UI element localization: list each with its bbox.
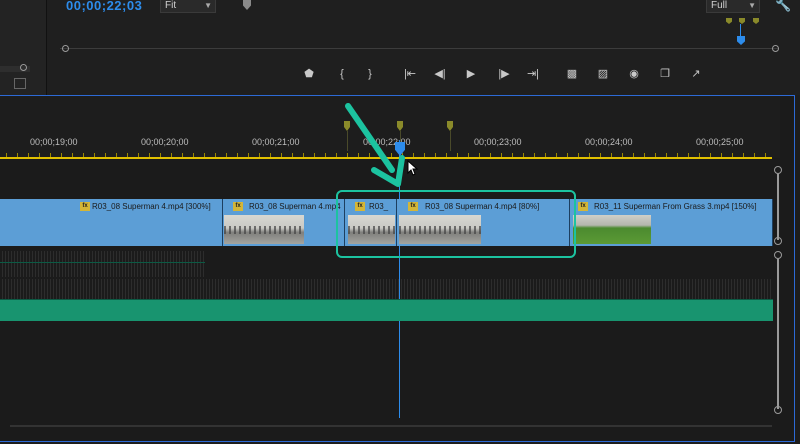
resolution-label: Full	[711, 0, 728, 11]
clip-label: R03_08 Superman 4.mp4 [300%]	[92, 202, 211, 211]
highlight-box	[336, 190, 576, 258]
mark-in-button[interactable]: {	[332, 67, 352, 81]
monitor-scrub-bar[interactable]	[60, 48, 778, 49]
monitor-playhead-line	[740, 24, 741, 36]
video-clip[interactable]: fx R03_11 Superman From Grass 3.mp4 [150…	[570, 199, 773, 246]
track-scroll-handle[interactable]	[774, 251, 782, 259]
audio-track-scrollbar[interactable]	[777, 259, 779, 409]
play-button[interactable]: ▶	[461, 67, 481, 81]
audio-clip[interactable]	[0, 279, 773, 300]
track-scroll-handle[interactable]	[774, 166, 782, 174]
add-marker-button[interactable]: ⬟	[299, 67, 319, 81]
audio-clip-divider	[0, 262, 205, 263]
clip-thumbnail	[573, 215, 651, 244]
clip-label: R03_11 Superman From Grass 3.mp4 [150%]	[594, 202, 757, 211]
lift-button[interactable]: ▩	[562, 67, 582, 81]
mouse-cursor-icon	[407, 160, 419, 176]
share-button[interactable]: ↗	[686, 67, 706, 81]
video-track-scrollbar[interactable]	[777, 174, 779, 240]
extract-button[interactable]: ▨	[593, 67, 613, 81]
video-clip[interactable]: fx R03_08 Superman 4.mp4	[223, 199, 345, 246]
playhead-timecode[interactable]: 00;00;22;03	[66, 0, 142, 13]
step-forward-button[interactable]: |▶	[494, 67, 514, 81]
camera-icon[interactable]: ◉	[624, 67, 644, 81]
ruler-tick-label: 00;00;19;00	[30, 137, 78, 147]
zoom-level-select[interactable]: Fit ▼	[160, 0, 216, 13]
ruler-tick-label: 00;00;21;00	[252, 137, 300, 147]
audio-clip[interactable]	[0, 300, 773, 321]
fx-badge-icon: fx	[233, 202, 243, 211]
step-back-button[interactable]: ◀|	[430, 67, 450, 81]
audio-clip-divider	[0, 299, 773, 300]
chevron-down-icon: ▼	[748, 1, 756, 10]
audio-clip[interactable]	[0, 251, 205, 277]
go-to-out-button[interactable]: ⇥|	[523, 67, 543, 81]
ruler-tick-label: 00;00;20;00	[141, 137, 189, 147]
export-icon[interactable]	[14, 78, 26, 89]
marker-line	[450, 131, 451, 151]
fx-badge-icon: fx	[80, 202, 90, 211]
ruler-tick-label: 00;00;25;00	[696, 137, 744, 147]
track-scroll-handle[interactable]	[774, 406, 782, 414]
clip-label: R03_08 Superman 4.mp4	[249, 202, 341, 211]
ruler-tick-label: 00;00;23;00	[474, 137, 522, 147]
track-scroll-handle[interactable]	[774, 237, 782, 245]
chevron-down-icon: ▼	[204, 1, 212, 10]
fx-badge-icon: fx	[578, 202, 588, 211]
ruler-tick-label: 00;00;24;00	[585, 137, 633, 147]
annotation-arrow-icon	[345, 103, 405, 187]
scrub-end-handle[interactable]	[772, 45, 779, 52]
go-to-in-button[interactable]: |⇤	[400, 67, 420, 81]
wrench-icon[interactable]: 🔧	[775, 0, 791, 13]
mark-out-button[interactable]: }	[360, 67, 380, 81]
horizontal-scrollbar[interactable]	[10, 425, 772, 427]
source-scrub-handle[interactable]	[20, 64, 27, 71]
scrub-start-handle[interactable]	[62, 45, 69, 52]
video-clip[interactable]: fx R03_08 Superman 4.mp4 [300%]	[0, 199, 223, 246]
compare-button[interactable]: ❐	[655, 67, 675, 81]
clip-thumbnail	[224, 215, 304, 244]
resolution-select[interactable]: Full ▼	[706, 0, 760, 13]
zoom-level-label: Fit	[165, 0, 177, 11]
